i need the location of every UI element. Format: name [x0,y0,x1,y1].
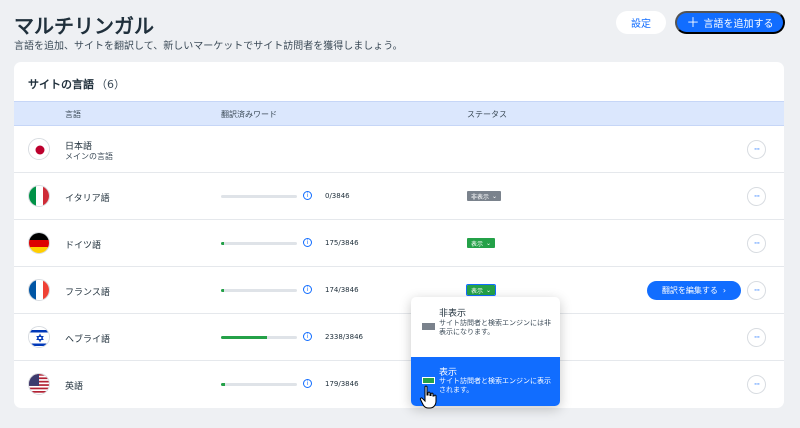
status-dropdown[interactable]: 非表示 ⌄ [467,191,502,201]
card-title-text: サイトの言語 [28,78,94,91]
settings-button[interactable]: 設定 [616,11,666,34]
word-count: 174/3846 [325,286,359,294]
more-options-button[interactable]: ··· [747,187,766,206]
edit-translation-label: 翻訳を編集する [661,286,718,295]
status-dropdown[interactable]: 表示 ⌄ [467,238,496,248]
hand-pointer-icon [419,385,437,409]
status-dropdown[interactable]: 表示 ⌄ [465,284,497,296]
italy-flag-icon [28,185,50,207]
info-icon[interactable]: i [303,191,312,200]
status-label: 表示 [471,240,484,248]
chevron-down-icon: ⌄ [486,286,492,294]
column-translated-words: 翻訳済みワード [221,110,277,119]
table-row[interactable]: ヘブライ語 i 2338/3846 ··· [14,314,784,361]
progress-bar [221,383,297,386]
shown-swatch-icon [422,377,435,384]
language-name: フランス語 [65,288,110,298]
more-options-button[interactable]: ··· [747,140,766,159]
add-language-button[interactable]: ＋ 言語を追加する [675,11,785,34]
more-options-button[interactable]: ··· [747,234,766,253]
language-sub: メインの言語 [65,152,113,161]
option-description: サイト訪問者と検索エンジンには非表示になります。 [439,319,551,336]
column-status: ステータス [467,110,507,119]
option-description: サイト訪問者と検索エンジンに表示されます。 [439,377,551,394]
israel-flag-icon [28,326,50,348]
chevron-right-icon: › [722,286,727,295]
plus-icon: ＋ [686,15,700,30]
edit-translation-button[interactable]: 翻訳を編集する › [647,281,741,300]
status-option-hidden[interactable]: 非表示 サイト訪問者と検索エンジンには非表示になります。 [411,297,560,355]
table-row[interactable]: イタリア語 i 0/3846 非表示 ⌄ ··· [14,173,784,220]
hidden-swatch-icon [422,323,435,330]
japan-flag-icon [28,138,50,160]
page-subtitle: 言語を追加、サイトを翻訳して、新しいマーケットでサイト訪問者を獲得しましょう。 [14,41,403,52]
language-name: ヘブライ語 [65,335,111,345]
status-label: 非表示 [471,193,490,201]
language-name: ドイツ語 [65,241,102,251]
info-icon[interactable]: i [303,238,312,247]
table-row[interactable]: 日本語 メインの言語 ··· [14,126,784,173]
card-title: サイトの言語 （6） [28,76,125,92]
germany-flag-icon [28,232,50,254]
progress-bar [221,336,297,339]
chevron-down-icon: ⌄ [492,192,498,200]
progress-fill [221,336,268,339]
progress-fill [221,383,225,386]
more-options-button[interactable]: ··· [747,281,766,300]
progress-bar [221,289,297,292]
table-row[interactable]: 英語 i 179/3846 ··· [14,361,784,408]
language-name: 英語 [65,382,84,392]
table-row[interactable]: フランス語 i 174/3846 表示 ⌄ 翻訳を編集する › ··· [14,267,784,314]
progress-fill [221,242,225,245]
table-row[interactable]: ドイツ語 i 175/3846 表示 ⌄ ··· [14,220,784,267]
info-icon[interactable]: i [303,332,312,341]
france-flag-icon [28,279,50,301]
language-name: イタリア語 [65,194,110,204]
option-title: 非表示 [439,309,467,319]
add-language-label: 言語を追加する [703,19,774,30]
more-options-button[interactable]: ··· [747,328,766,347]
status-label: 表示 [471,287,484,295]
language-count: （6） [96,78,125,91]
usa-flag-icon [28,373,50,395]
column-language: 言語 [65,110,81,119]
word-count: 0/3846 [325,192,350,200]
word-count: 175/3846 [325,239,359,247]
info-icon[interactable]: i [303,285,312,294]
progress-bar [221,242,297,245]
progress-fill [221,289,225,292]
info-icon[interactable]: i [303,379,312,388]
word-count: 179/3846 [325,380,359,388]
chevron-down-icon: ⌄ [486,239,492,247]
languages-card: サイトの言語 （6） 言語 翻訳済みワード ステータス 日本語 メインの言語 ··… [14,62,784,408]
more-options-button[interactable]: ··· [747,375,766,394]
progress-bar [221,195,297,198]
table-header: 言語 翻訳済みワード ステータス [14,101,784,126]
page-title: マルチリンガル [14,14,154,38]
word-count: 2338/3846 [325,333,363,341]
